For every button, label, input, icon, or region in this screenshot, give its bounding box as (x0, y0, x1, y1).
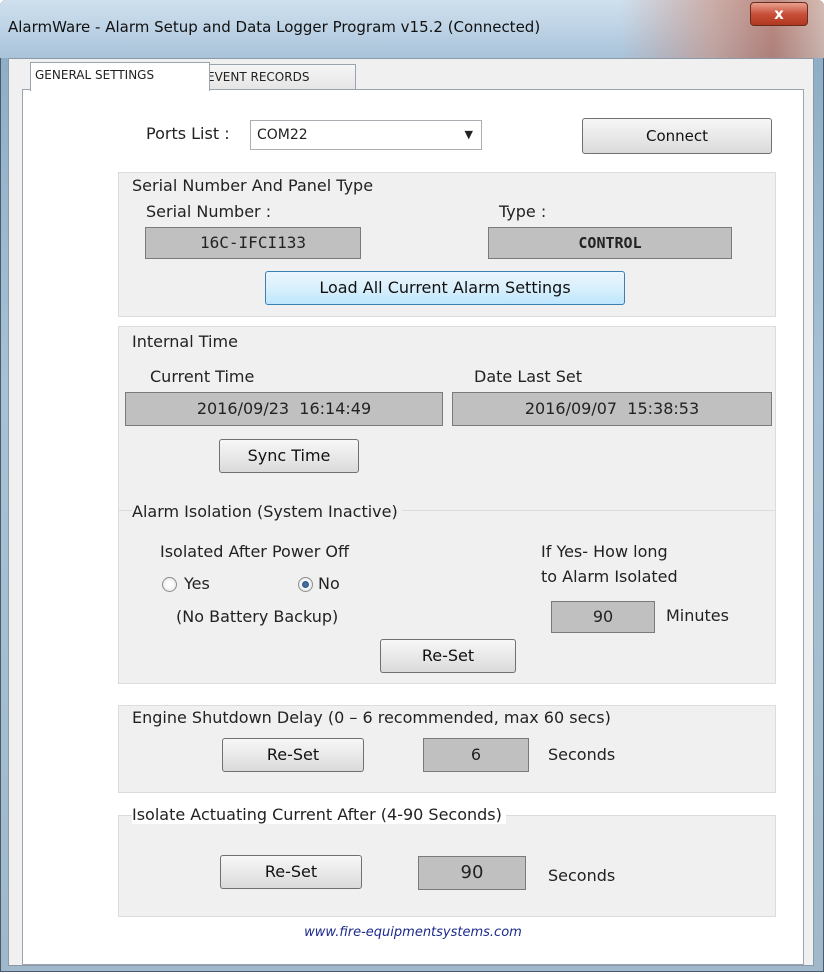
serial-group-title: Serial Number And Panel Type (132, 176, 374, 195)
panel-type-label: Type : (499, 202, 547, 221)
alarm-isolation-title: Alarm Isolation (System Inactive) (132, 502, 402, 521)
serial-number-label: Serial Number : (146, 202, 272, 221)
tab-event-records[interactable]: EVENT RECORDS (202, 64, 356, 91)
load-alarm-settings-button[interactable]: Load All Current Alarm Settings (265, 271, 625, 305)
radio-no[interactable] (298, 577, 313, 592)
isolated-after-power-off-label: Isolated After Power Off (160, 542, 350, 561)
close-button[interactable]: x (750, 2, 808, 26)
current-time-label: Current Time (150, 367, 255, 386)
tab-general-settings[interactable]: GENERAL SETTINGS (30, 62, 210, 91)
internal-time-title: Internal Time (132, 332, 238, 351)
actuating-seconds-unit: Seconds (548, 866, 616, 885)
window-title: AlarmWare - Alarm Setup and Data Logger … (8, 18, 541, 36)
ports-list-label: Ports List : (146, 124, 230, 143)
radio-no-label: No (318, 574, 340, 593)
isolation-minutes-field[interactable]: 90 (551, 601, 655, 633)
actuating-seconds-field[interactable]: 90 (418, 856, 526, 890)
serial-number-field: 16C-IFCI133 (145, 227, 361, 259)
how-long-label-2: to Alarm Isolated (541, 567, 678, 586)
website-link[interactable]: www.fire-equipmentsystems.com (22, 925, 804, 940)
ports-list-select[interactable]: COM22 ▼ (250, 120, 482, 150)
panel-type-field: CONTROL (488, 227, 732, 259)
radio-yes-label: Yes (184, 574, 210, 593)
shutdown-reset-button[interactable]: Re-Set (222, 738, 364, 772)
sync-time-button[interactable]: Sync Time (219, 439, 359, 473)
isolation-reset-button[interactable]: Re-Set (380, 639, 516, 673)
how-long-label-1: If Yes- How long (541, 542, 668, 561)
actuating-reset-button[interactable]: Re-Set (220, 855, 362, 889)
chevron-down-icon: ▼ (464, 128, 473, 141)
connect-button[interactable]: Connect (582, 118, 772, 154)
date-last-set-field: 2016/09/07 15:38:53 (452, 392, 772, 426)
battery-backup-note: (No Battery Backup) (176, 607, 339, 626)
isolation-minutes-unit: Minutes (666, 606, 729, 625)
radio-yes[interactable] (162, 577, 177, 592)
engine-shutdown-title: Engine Shutdown Delay (0 – 6 recommended… (132, 708, 611, 727)
close-icon: x (774, 5, 784, 23)
actuating-current-title: Isolate Actuating Current After (4-90 Se… (132, 805, 506, 824)
date-last-set-label: Date Last Set (474, 367, 583, 386)
current-time-field: 2016/09/23 16:14:49 (125, 392, 443, 426)
shutdown-seconds-unit: Seconds (548, 745, 616, 764)
ports-list-value: COM22 (257, 127, 308, 143)
shutdown-seconds-field[interactable]: 6 (423, 738, 529, 772)
